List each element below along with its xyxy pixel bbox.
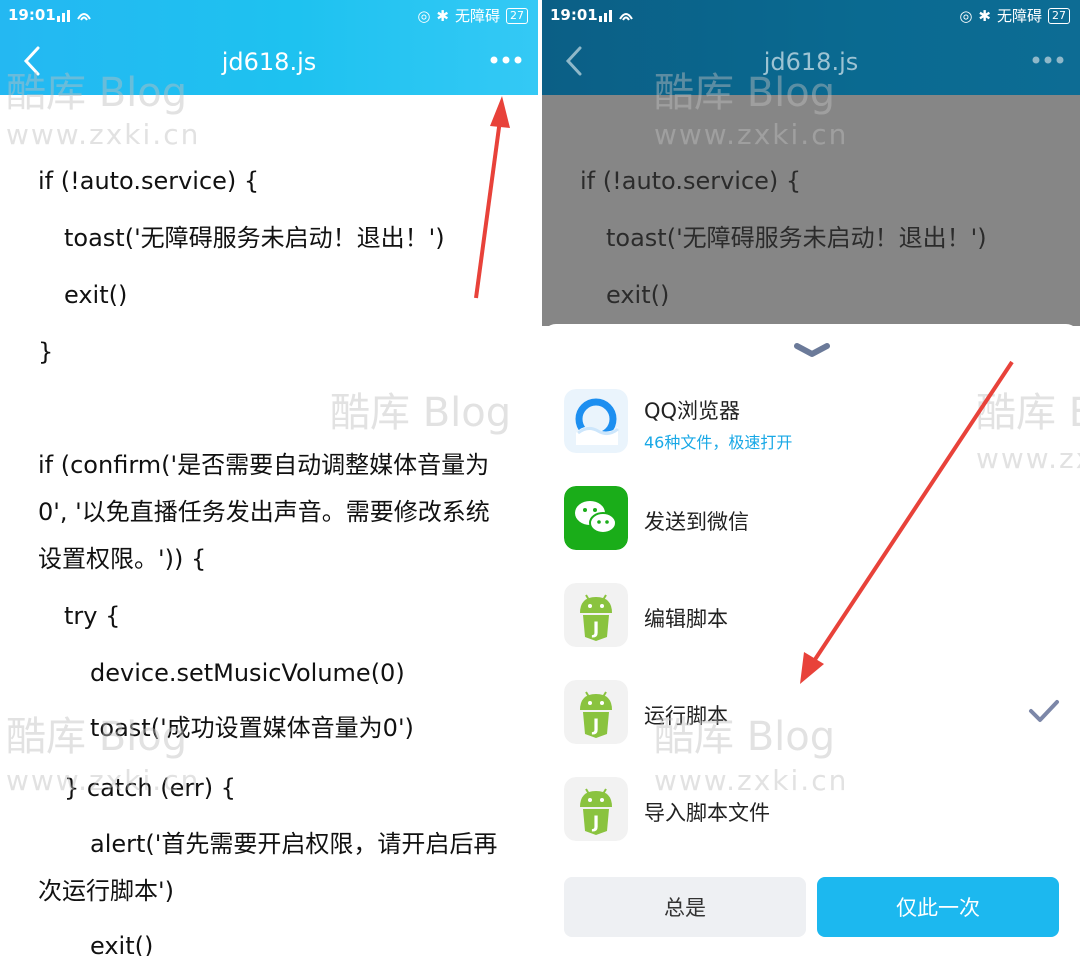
signal-icon — [56, 4, 96, 28]
qq-browser-icon — [564, 389, 628, 453]
svg-text:J: J — [592, 619, 599, 639]
chooser-item-label: 发送到微信 — [644, 510, 749, 534]
chooser-item-edit-script[interactable]: J 编辑脚本 — [564, 583, 1058, 651]
watermark-url: www.zxki.cn — [976, 442, 1080, 475]
accessibility-label: 无障碍 — [454, 7, 500, 25]
code-line: toast('无障碍服务未启动！退出！') — [64, 224, 445, 252]
code-line: device.setMusicVolume(0) — [90, 659, 405, 687]
bluetooth-icon: ✱ — [436, 6, 449, 25]
status-right: ◎ ✱ 无障碍 27 — [417, 5, 528, 26]
wechat-icon — [564, 486, 628, 550]
code-line: exit() — [64, 281, 128, 309]
chooser-item-label: 导入脚本文件 — [644, 801, 770, 825]
status-bar: 19:01 ◎ ✱ 无障碍 27 — [0, 0, 538, 30]
code-line: } — [38, 338, 54, 366]
collapse-handle-icon[interactable] — [794, 342, 830, 358]
android-js-icon: J — [564, 777, 628, 841]
chooser-item-subtitle: 46种文件，极速打开 — [644, 433, 793, 452]
status-time: 19:01 — [8, 6, 56, 24]
chooser-item-label: QQ浏览器 — [644, 399, 741, 423]
just-once-button[interactable]: 仅此一次 — [817, 877, 1059, 937]
lock-icon: ◎ — [417, 6, 431, 25]
chooser-item-wechat[interactable]: 发送到微信 — [564, 486, 1058, 554]
code-line: if (confirm('是否需要自动调整媒体音量为0', '以免直播任务发出声… — [38, 451, 490, 573]
status-bar: 19:01 ◎ ✱ 无障碍 27 — [542, 0, 1080, 30]
always-button[interactable]: 总是 — [564, 877, 806, 937]
code-view: if (!auto.service) { toast('无障碍服务未启动！退出！… — [0, 95, 538, 956]
battery-indicator: 27 — [506, 7, 528, 24]
accessibility-label: 无障碍 — [996, 7, 1042, 25]
lock-icon: ◎ — [959, 6, 973, 25]
checkmark-icon — [1029, 700, 1059, 722]
signal-icon — [598, 4, 638, 28]
more-options-icon[interactable] — [490, 52, 522, 68]
watermark-brand: 酷库 Blog — [6, 714, 188, 760]
code-line: try { — [64, 602, 121, 630]
bluetooth-icon: ✱ — [978, 6, 991, 25]
status-right: ◎ ✱ 无障碍 27 — [959, 5, 1070, 26]
svg-text:J: J — [592, 813, 599, 833]
watermark-brand: 酷库 Blog — [654, 714, 836, 760]
watermark-url: www.zxki.cn — [6, 764, 201, 797]
watermark-url: www.zxki.cn — [6, 118, 201, 151]
right-screenshot: 19:01 ◎ ✱ 无障碍 27 jd618.js if (!auto.serv… — [542, 0, 1080, 956]
left-screenshot: 19:01 ◎ ✱ 无障碍 27 jd618.js if (!auto.serv… — [0, 0, 538, 956]
status-time: 19:01 — [550, 6, 598, 24]
watermark-brand: 酷库 Blog — [976, 390, 1080, 436]
watermark-url: www.zxki.cn — [654, 764, 849, 797]
svg-text:J: J — [592, 716, 599, 736]
code-line: if (!auto.service) { — [38, 167, 260, 195]
watermark-brand: 酷库 Blog — [654, 70, 836, 116]
watermark-brand: 酷库 Blog — [330, 390, 512, 436]
watermark-url: www.zxki.cn — [654, 118, 849, 151]
android-js-icon: J — [564, 583, 628, 647]
code-line: alert('首先需要开启权限，请开启后再次运行脚本') — [38, 830, 498, 905]
code-line: exit() — [90, 932, 154, 956]
chooser-item-label: 编辑脚本 — [644, 607, 728, 631]
battery-indicator: 27 — [1048, 7, 1070, 24]
watermark-brand: 酷库 Blog — [6, 70, 188, 116]
android-js-icon: J — [564, 680, 628, 744]
more-options-icon[interactable] — [1032, 52, 1064, 68]
